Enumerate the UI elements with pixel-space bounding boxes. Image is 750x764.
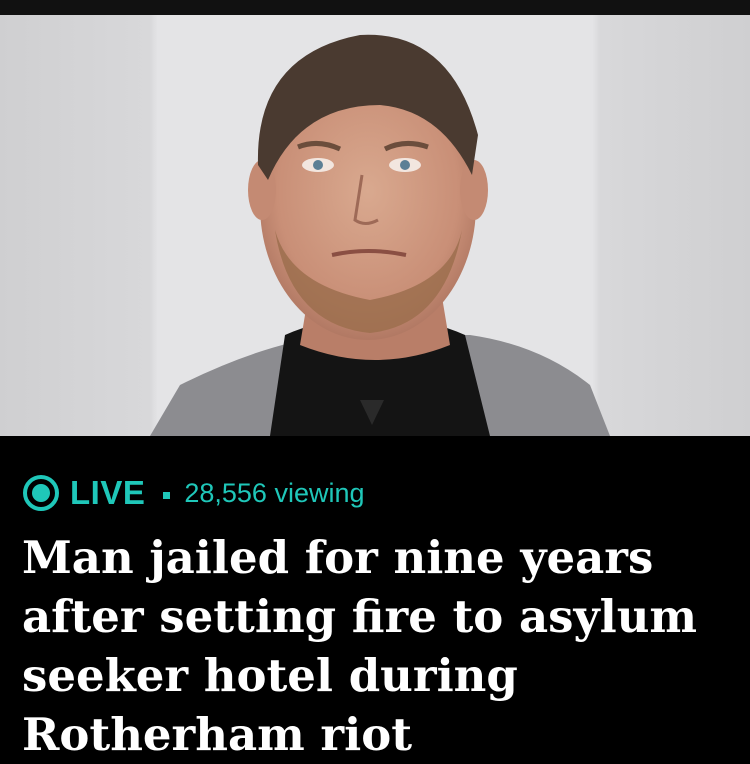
live-label: LIVE	[70, 474, 146, 511]
article-photo[interactable]	[0, 15, 750, 436]
mugshot-photo	[0, 15, 750, 436]
live-status-row[interactable]: LIVE 28,556 viewing	[22, 468, 365, 518]
live-broadcast-icon	[23, 475, 59, 511]
article-headline[interactable]: Man jailed for nine years after setting …	[22, 528, 732, 764]
top-bar	[0, 0, 750, 15]
separator-dot	[163, 491, 171, 499]
viewer-count: 28,556 viewing	[184, 477, 365, 508]
